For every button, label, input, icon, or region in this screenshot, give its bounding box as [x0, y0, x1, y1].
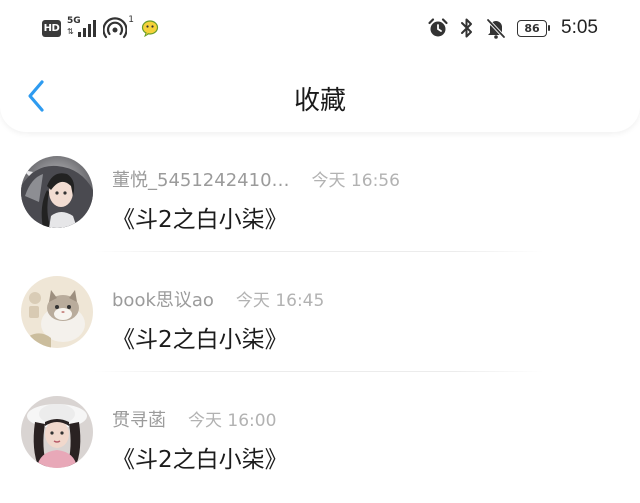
favorites-list: 董悦_5451242410… 今天 16:56 《斗2之白小柒》 book思议a…: [0, 132, 640, 492]
battery-level: 86: [524, 21, 540, 35]
status-bar-right: 86 5:05: [427, 14, 598, 42]
battery-icon: 86: [517, 19, 551, 37]
status-bar: HD 5G ⇅ 1 86 5:05: [0, 0, 640, 56]
timestamp: 今天 16:45: [235, 291, 325, 311]
avatar[interactable]: [21, 156, 93, 228]
list-item[interactable]: 贯寻菡 今天 16:00 《斗2之白小柒》: [0, 372, 640, 492]
bluetooth-icon: [461, 18, 473, 38]
anime-girl-avatar: [21, 156, 93, 228]
avatar[interactable]: [21, 396, 93, 468]
girl-hat-avatar: [21, 396, 93, 468]
header-card: HD 5G ⇅ 1 86 5:05 收藏: [0, 0, 640, 132]
favorite-content[interactable]: 《斗2之白小柒》: [112, 200, 288, 234]
status-time: 5:05: [561, 17, 598, 38]
list-item[interactable]: book思议ao 今天 16:45 《斗2之白小柒》: [0, 252, 640, 372]
item-meta: book思议ao 今天 16:45: [112, 286, 324, 312]
alarm-icon: [428, 18, 448, 37]
username[interactable]: 贯寻菡: [112, 406, 166, 432]
page-title: 收藏: [293, 86, 346, 116]
wechat-icon: [141, 20, 159, 37]
username[interactable]: book思议ao: [112, 286, 214, 312]
data-arrows-icon: ⇅: [67, 27, 74, 36]
status-bar-left: HD 5G ⇅ 1: [42, 14, 161, 42]
favorite-content[interactable]: 《斗2之白小柒》: [112, 440, 288, 474]
item-meta: 贯寻菡 今天 16:00: [112, 406, 276, 432]
title-bar: 收藏: [0, 62, 640, 132]
favorite-content[interactable]: 《斗2之白小柒》: [112, 320, 288, 354]
timestamp: 今天 16:56: [311, 171, 400, 191]
item-meta: 董悦_5451242410… 今天 16:56: [112, 166, 400, 192]
mute-bell-icon: [486, 18, 506, 39]
hd-icon: HD: [42, 19, 61, 37]
username[interactable]: 董悦_5451242410…: [112, 166, 290, 192]
signal-bars-icon: [78, 20, 96, 37]
cat-avatar: [21, 276, 93, 348]
avatar[interactable]: [21, 276, 93, 348]
signal-icon: 5G ⇅: [67, 17, 97, 39]
hotspot-icon: 1: [102, 15, 134, 39]
list-item[interactable]: 董悦_5451242410… 今天 16:56 《斗2之白小柒》: [0, 132, 640, 252]
favorites-screen: HD 5G ⇅ 1 86 5:05 收藏 董悦_5451242410… 今天 1…: [0, 0, 640, 503]
timestamp: 今天 16:00: [188, 411, 277, 431]
hotspot-count: 1: [128, 15, 134, 25]
